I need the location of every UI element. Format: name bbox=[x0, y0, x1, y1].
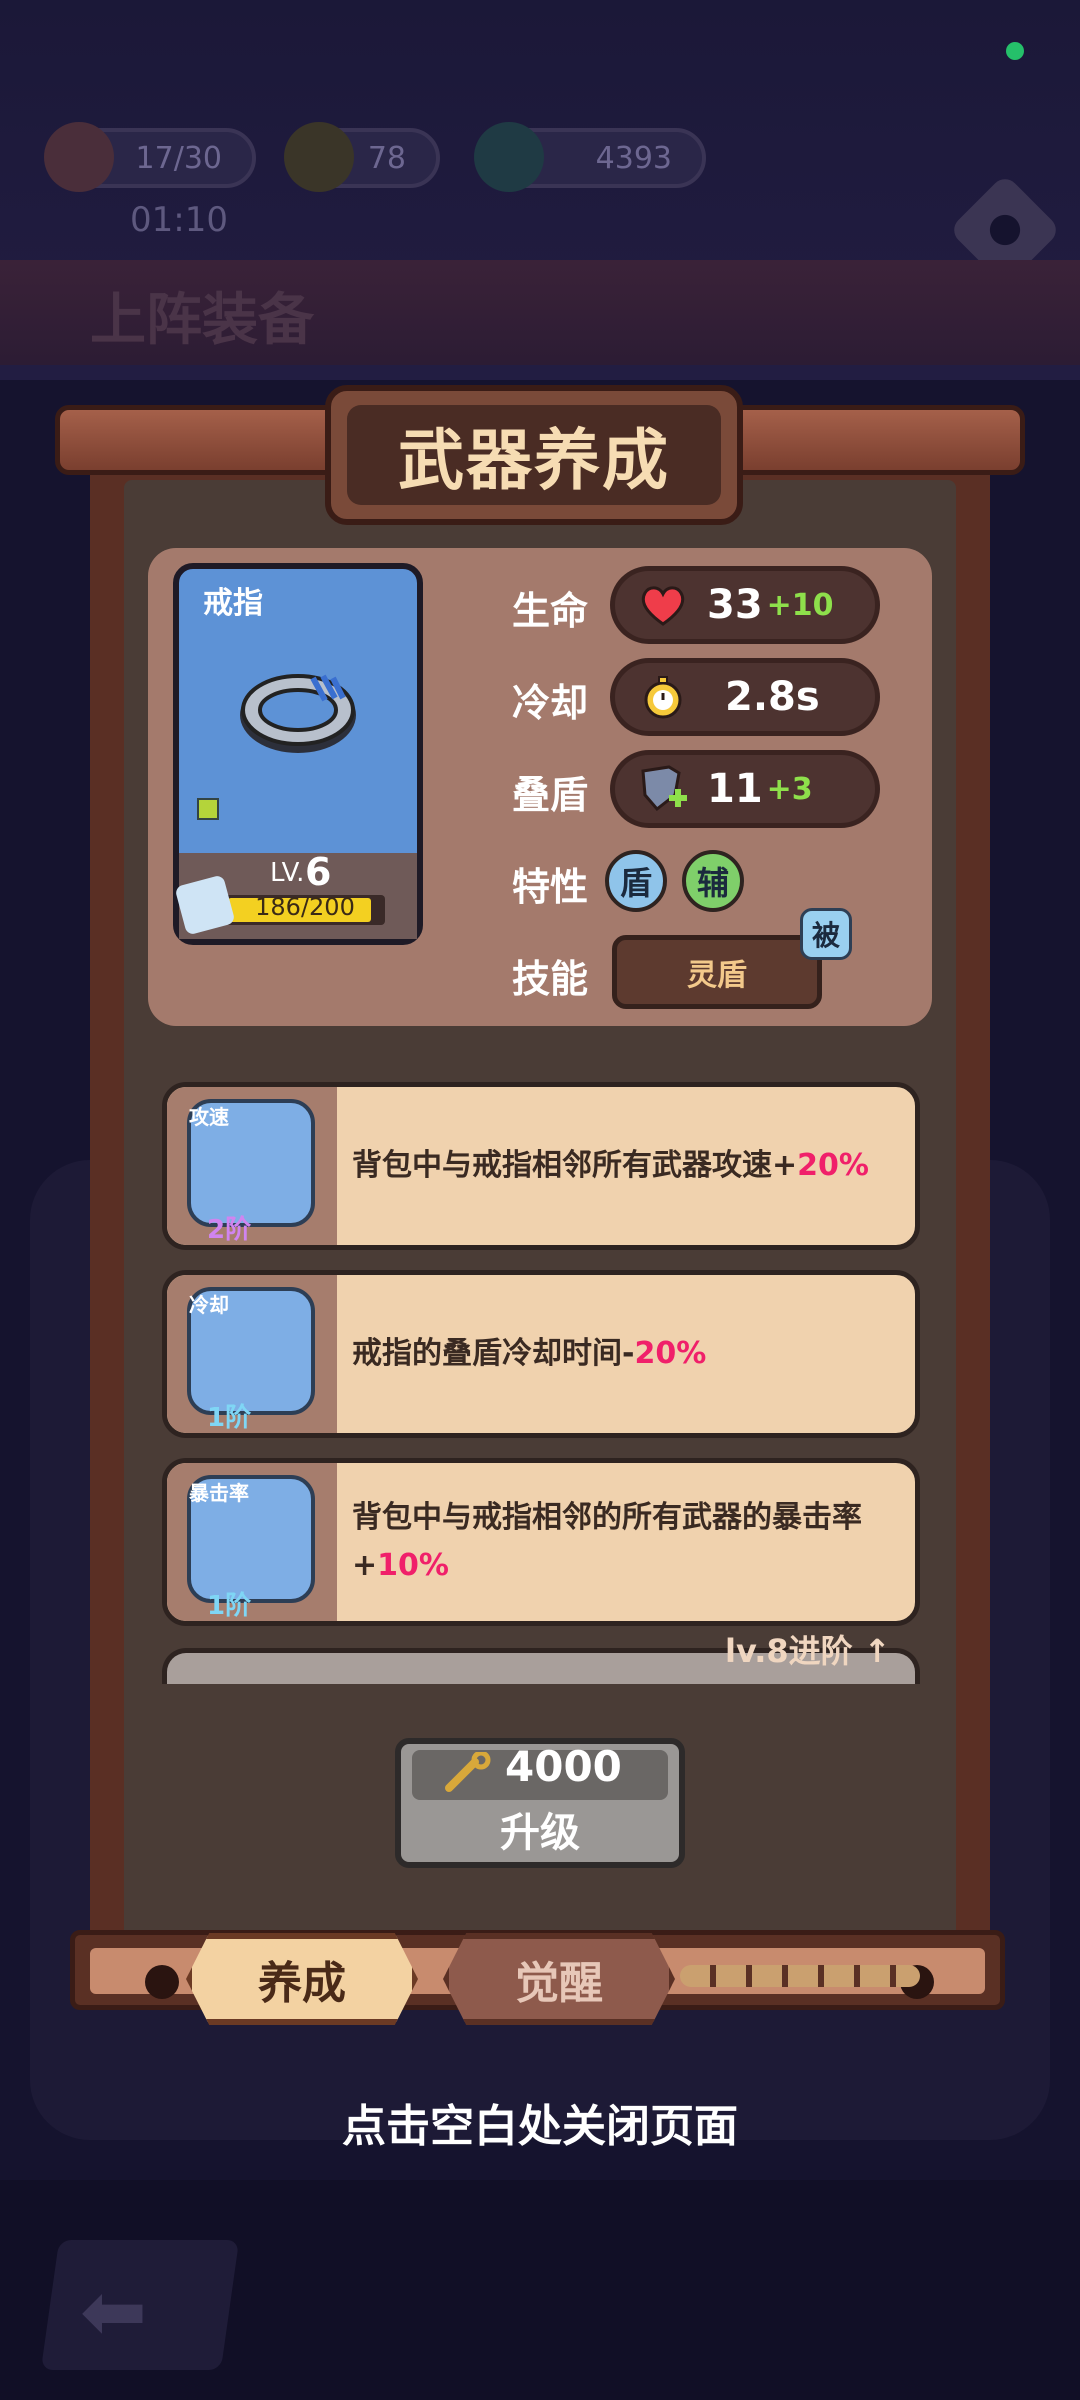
timer: 01:10 bbox=[130, 200, 228, 240]
traits-label: 特性 bbox=[512, 865, 589, 909]
tab-cultivate-label: 养成 bbox=[258, 1958, 346, 2009]
stopwatch-icon bbox=[644, 676, 682, 719]
panel-title: 武器养成 bbox=[398, 422, 670, 499]
gem-icon bbox=[474, 122, 544, 192]
tab-awaken-label: 觉醒 bbox=[515, 1958, 603, 2009]
passive-badge: 被 bbox=[800, 908, 852, 960]
keys-value: 78 bbox=[367, 140, 406, 176]
rarity-marker bbox=[197, 798, 219, 820]
advance-hint-text: lv.8进阶 bbox=[725, 1632, 853, 1670]
upgrade-text: 背包中与戒指相邻所有武器攻速+ bbox=[352, 1148, 798, 1183]
upgrade-label: 升级 bbox=[500, 1810, 580, 1856]
skill-label: 技能 bbox=[512, 957, 589, 1001]
stat-bonus-hp: +10 bbox=[766, 587, 834, 623]
xp-text: 186/200 bbox=[255, 893, 355, 921]
upgrade-cost: 4000 bbox=[505, 1742, 622, 1791]
gear-icon[interactable] bbox=[970, 195, 1040, 265]
stamina-value: 17/30 bbox=[135, 140, 222, 176]
upgrade-row: 暴击率 1阶 背包中与戒指相邻的所有武器的暴击率+10% bbox=[162, 1458, 920, 1626]
upgrade-row: 攻速 2阶 背包中与戒指相邻所有武器攻速+20% bbox=[162, 1082, 920, 1250]
level-prefix: LV. bbox=[270, 858, 305, 888]
background-title: 上阵装备 bbox=[90, 288, 314, 353]
ring-icon bbox=[240, 674, 356, 753]
upgrade-value: 20% bbox=[634, 1336, 707, 1371]
upgrade-rank: 1阶 bbox=[207, 1591, 252, 1621]
keys-counter: 78 bbox=[284, 122, 440, 192]
weapon-name: 戒指 bbox=[203, 586, 263, 621]
stamina-counter: 17/30 bbox=[44, 122, 256, 192]
close-hint[interactable]: 点击空白处关闭页面 bbox=[0, 2090, 1080, 2154]
stat-label-shield: 叠盾 bbox=[512, 773, 589, 817]
stat-value-cooldown: 2.8s bbox=[725, 674, 820, 720]
advance-hint: lv.8进阶 ↑ bbox=[725, 1626, 891, 1672]
gems-counter: 4393 bbox=[474, 122, 706, 192]
key-icon bbox=[284, 122, 354, 192]
upgrade-tag: 暴击率 bbox=[189, 1481, 249, 1505]
stat-label-cooldown: 冷却 bbox=[512, 681, 589, 725]
peach-icon bbox=[44, 122, 114, 192]
arrow-up-icon: ↑ bbox=[863, 1632, 891, 1670]
upgrade-rank: 1阶 bbox=[207, 1403, 252, 1433]
weapon-level: 6 bbox=[305, 850, 332, 894]
upgrade-description: 戒指的叠盾冷却时间-20% bbox=[352, 1275, 912, 1433]
stat-value-hp: 33 bbox=[707, 582, 763, 628]
status-dot bbox=[1006, 42, 1024, 60]
heart-icon bbox=[641, 586, 685, 626]
upgrade-description: 背包中与戒指相邻的所有武器的暴击率+10% bbox=[352, 1463, 912, 1621]
upgrade-rank: 2阶 bbox=[207, 1215, 252, 1245]
upgrade-tag: 攻速 bbox=[189, 1105, 229, 1129]
stat-pill-hp: 33 +10 bbox=[610, 566, 880, 644]
shield-plus-icon bbox=[641, 765, 687, 812]
upgrade-text: 戒指的叠盾冷却时间- bbox=[352, 1336, 635, 1371]
upgrade-value: 10% bbox=[377, 1548, 449, 1583]
back-arrow-icon: ⬅ bbox=[80, 2265, 148, 2358]
stat-pill-shield: 11 +3 bbox=[610, 750, 880, 828]
skill-name: 灵盾 bbox=[687, 958, 747, 993]
stat-pill-cooldown: 2.8s bbox=[610, 658, 880, 736]
gems-value: 4393 bbox=[595, 140, 672, 176]
key-icon bbox=[445, 1752, 491, 1792]
stat-value-shield: 11 bbox=[707, 766, 763, 812]
upgrade-row: 冷却 1阶 戒指的叠盾冷却时间-20% bbox=[162, 1270, 920, 1438]
upgrade-value: 20% bbox=[797, 1148, 869, 1183]
upgrade-description: 背包中与戒指相邻所有武器攻速+20% bbox=[352, 1087, 912, 1245]
stat-label-hp: 生命 bbox=[512, 589, 589, 633]
trait-badge-shield[interactable]: 盾 bbox=[605, 850, 667, 912]
bolt-left bbox=[145, 1965, 179, 1999]
trait-badge-support[interactable]: 辅 bbox=[682, 850, 744, 912]
chain-decoration bbox=[680, 1965, 920, 1987]
upgrade-tag: 冷却 bbox=[189, 1293, 229, 1317]
stat-bonus-shield: +3 bbox=[766, 771, 813, 807]
